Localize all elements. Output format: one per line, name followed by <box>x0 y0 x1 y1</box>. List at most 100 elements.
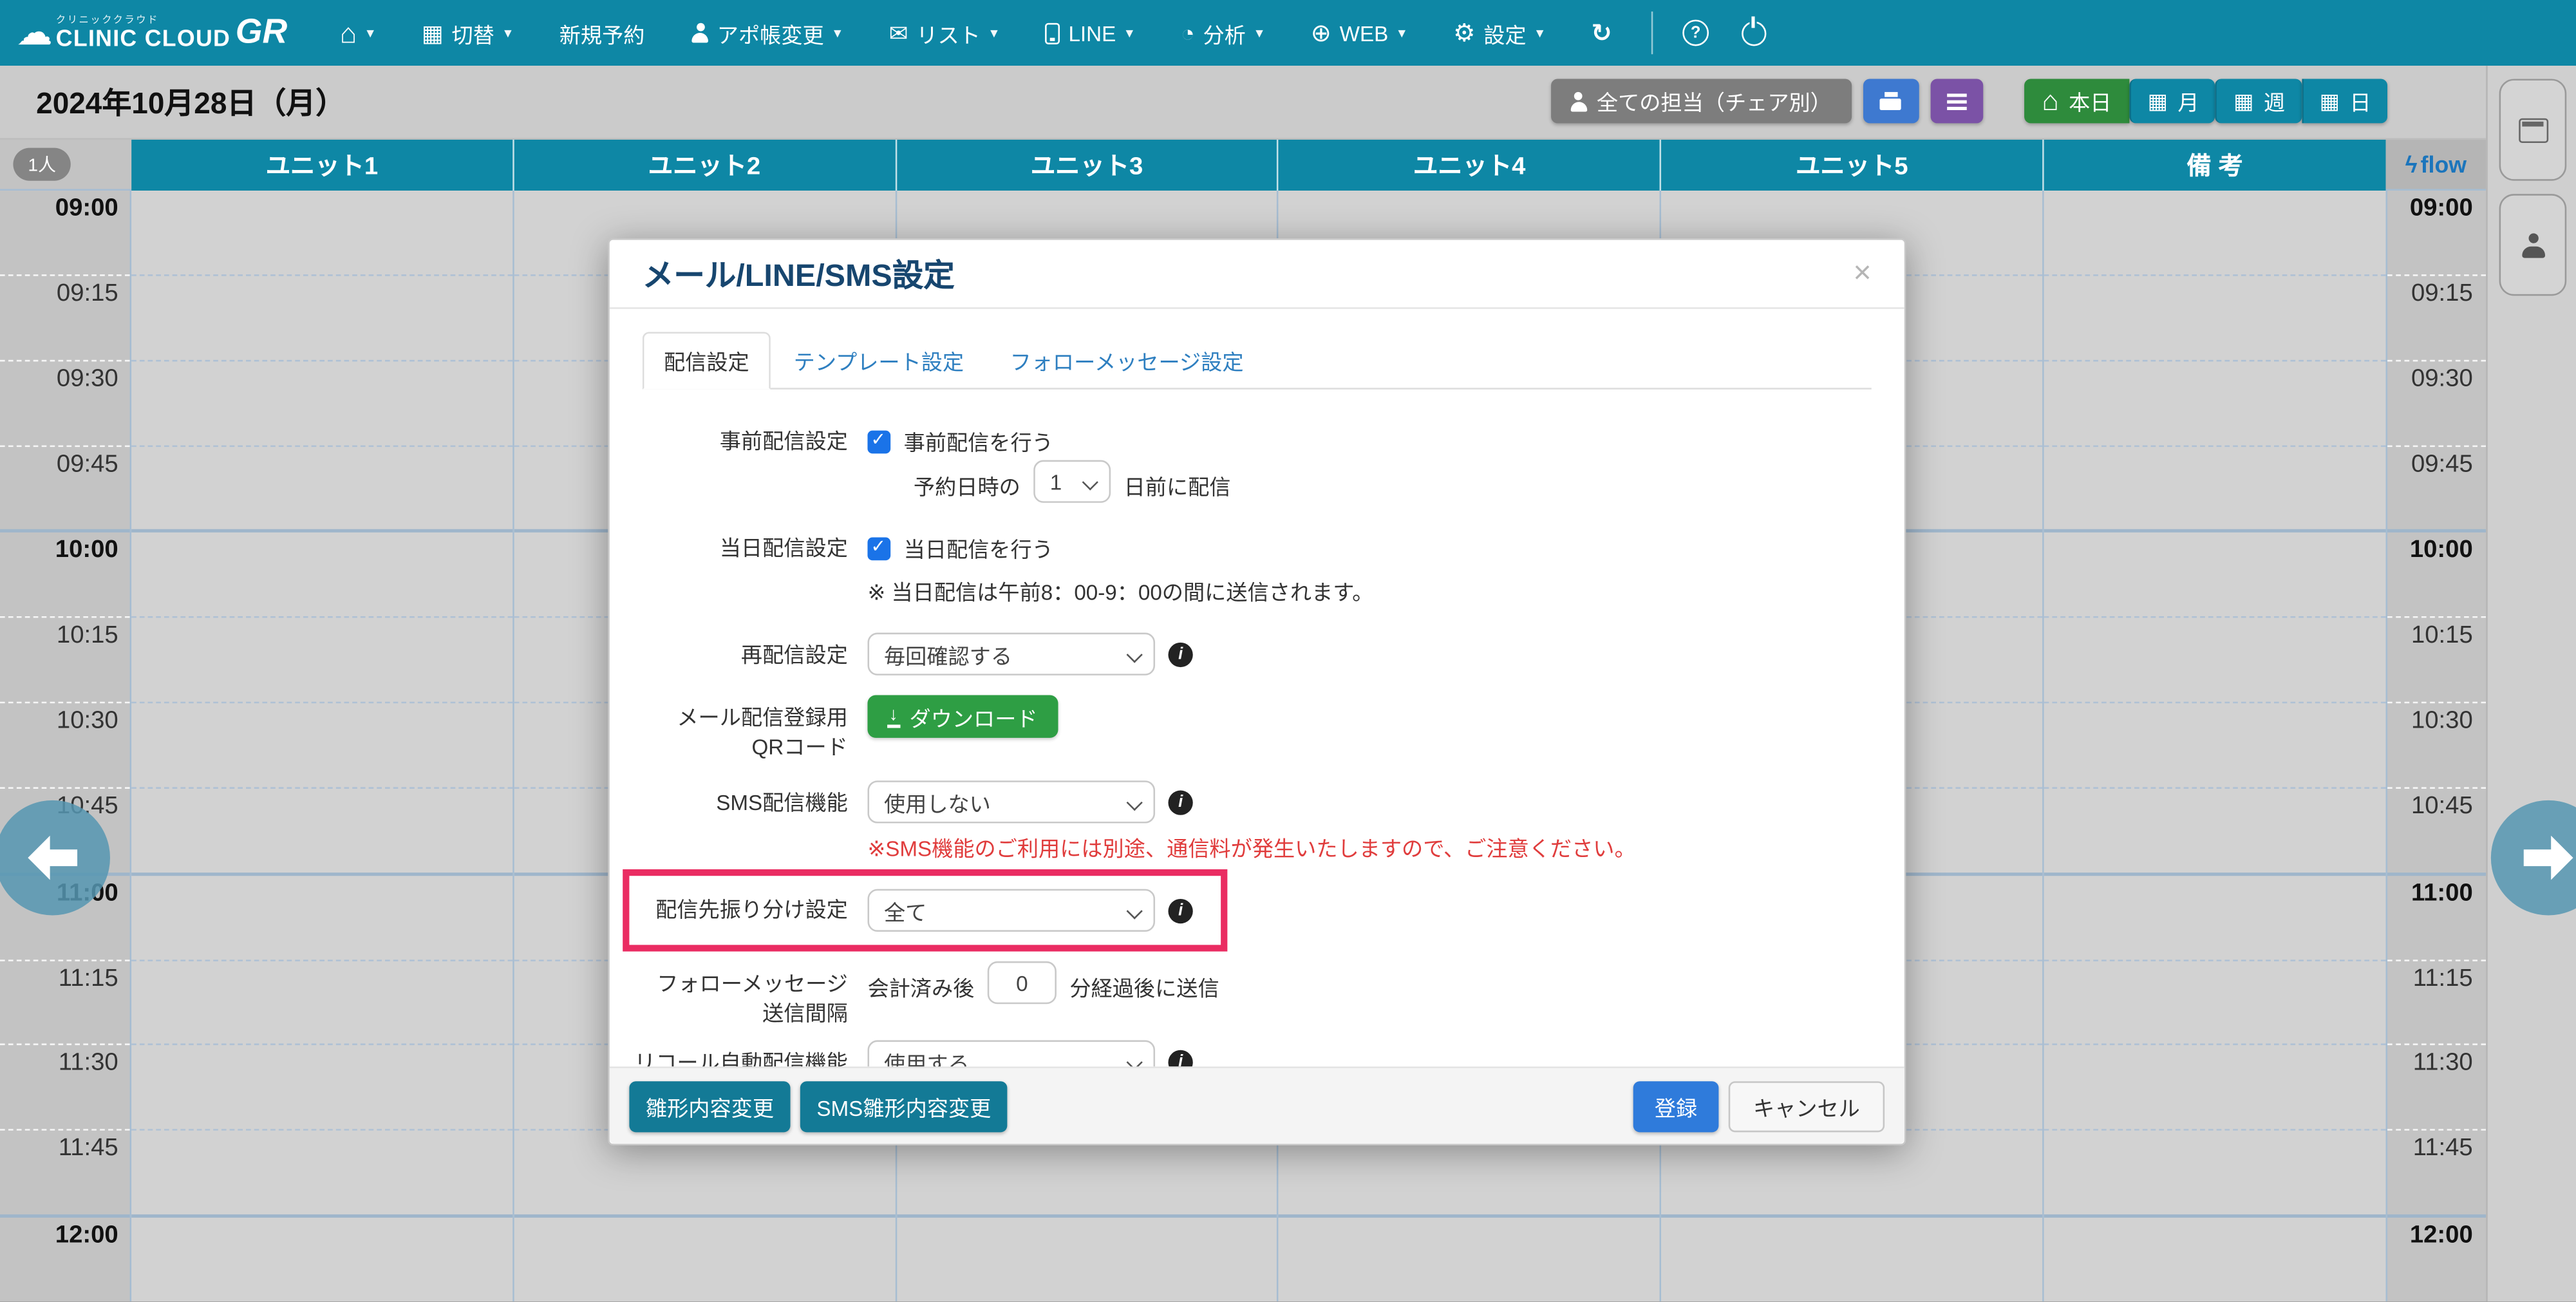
all-staff-chair-button[interactable]: 全ての担当（チェア別） <box>1550 79 1851 123</box>
time-slot: 10:30 <box>2387 702 2486 787</box>
submit-button[interactable]: 登録 <box>1633 1080 1719 1131</box>
info-icon[interactable] <box>1168 642 1192 666</box>
list-view-button[interactable] <box>1930 79 1983 123</box>
time-slot: 09:00 <box>0 191 130 274</box>
nav-item-settings[interactable]: 設定 <box>1453 17 1543 48</box>
grid-cell[interactable] <box>131 444 512 529</box>
gear-icon <box>1453 18 1475 48</box>
print-button[interactable] <box>1863 79 1919 123</box>
days-before-select[interactable]: 1 <box>1033 460 1111 503</box>
grid-cell[interactable] <box>131 191 512 274</box>
grid-column-memo <box>2044 191 2386 1301</box>
follow-minutes-input[interactable] <box>988 961 1057 1004</box>
home-icon <box>2042 90 2059 111</box>
grid-cell[interactable] <box>131 787 512 872</box>
grid-cell[interactable] <box>2044 1044 2386 1129</box>
grid-cell[interactable] <box>2044 1129 2386 1214</box>
app-logo[interactable]: ☁ クリニッククラウド CLINIC CLOUD GR <box>17 17 288 50</box>
grid-cell[interactable] <box>2044 274 2386 359</box>
column-header-unit4: ユニット4 <box>1279 140 1661 191</box>
tab-delivery-settings[interactable]: 配信設定 <box>643 332 771 390</box>
sms-template-content-change-button[interactable]: SMS雛形内容変更 <box>800 1080 1008 1131</box>
nav-item-analysis[interactable]: 分析 <box>1181 17 1263 48</box>
grid-cell[interactable] <box>131 872 512 959</box>
grid-cell[interactable] <box>2044 617 2386 702</box>
flow-header[interactable]: flow <box>2386 140 2487 191</box>
grid-cell[interactable] <box>131 959 512 1044</box>
time-label: 12:00 <box>2410 1221 2473 1249</box>
time-label: 11:00 <box>2411 879 2473 907</box>
column-header-unit2: ユニット2 <box>514 140 896 191</box>
time-slot: 11:30 <box>0 1044 130 1129</box>
mail-icon <box>889 19 908 46</box>
grid-cell[interactable] <box>131 702 512 787</box>
grid-cell[interactable] <box>131 1044 512 1129</box>
refresh-button[interactable] <box>1591 18 1612 48</box>
routing-select[interactable]: 全て <box>867 889 1155 932</box>
same-day-label: 当日配信設定 <box>634 526 848 563</box>
pie-chart-icon <box>1181 20 1195 46</box>
info-icon[interactable] <box>1168 789 1192 814</box>
info-icon[interactable] <box>1168 1050 1192 1066</box>
tab-follow-message-settings[interactable]: フォローメッセージ設定 <box>987 334 1266 388</box>
tab-template-settings[interactable]: テンプレート設定 <box>771 334 987 388</box>
pre-delivery-checkbox[interactable] <box>867 431 890 454</box>
sidebar-patient-button[interactable] <box>2499 194 2567 296</box>
column-header-memo: 備 考 <box>2044 140 2386 191</box>
grid-cell[interactable] <box>2044 359 2386 444</box>
today-button[interactable]: 本日 <box>2024 79 2129 123</box>
nav-item-switch[interactable]: 切替 <box>422 17 512 48</box>
sms-feature-select[interactable]: 使用しない <box>867 780 1155 823</box>
time-label: 10:15 <box>57 621 118 649</box>
info-icon[interactable] <box>1168 898 1192 923</box>
sidebar-calendar-button[interactable] <box>2499 79 2567 180</box>
recall-select[interactable]: 使用する <box>867 1041 1155 1066</box>
grid-cell[interactable] <box>2044 191 2386 274</box>
nav-item-web[interactable]: WEB <box>1311 18 1406 48</box>
redelivery-label: 再配信設定 <box>634 633 848 670</box>
close-icon[interactable]: × <box>1853 258 1871 289</box>
grid-cell[interactable] <box>2044 444 2386 529</box>
days-before-prefix: 予約日時の <box>914 462 1020 501</box>
grid-cell[interactable] <box>2044 959 2386 1044</box>
grid-cell[interactable] <box>131 617 512 702</box>
scroll-left-arrow-button[interactable] <box>0 800 110 916</box>
grid-cell[interactable] <box>2044 787 2386 872</box>
week-view-button[interactable]: 週 <box>2215 79 2302 123</box>
nav-item-list[interactable]: リスト <box>889 17 998 48</box>
time-column-left: 09:0009:1509:3009:4510:0010:1510:3010:45… <box>0 191 131 1301</box>
nav-item-home[interactable] <box>340 22 374 43</box>
grid-cell[interactable] <box>2044 1214 2386 1301</box>
nav-item-line[interactable]: LINE <box>1046 21 1133 45</box>
dialog-title: メール/LINE/SMS設定 <box>643 251 955 296</box>
time-slot: 10:00 <box>2387 530 2486 617</box>
qr-download-button[interactable]: ダウンロード <box>867 695 1057 737</box>
grid-cell[interactable] <box>131 359 512 444</box>
cancel-button[interactable]: キャンセル <box>1729 1080 1885 1131</box>
power-icon[interactable] <box>1742 21 1766 45</box>
follow-interval-label: フォローメッセージ 送信間隔 <box>634 961 848 1027</box>
grid-cell[interactable] <box>131 274 512 359</box>
time-slot: 11:45 <box>0 1129 130 1214</box>
grid-cell[interactable] <box>1662 1214 2043 1301</box>
grid-cell[interactable] <box>131 1129 512 1214</box>
template-content-change-button[interactable]: 雛形内容変更 <box>629 1080 790 1131</box>
help-icon[interactable] <box>1682 20 1709 46</box>
column-header-unit3: ユニット3 <box>896 140 1279 191</box>
same-day-checkbox[interactable] <box>867 538 890 561</box>
time-label: 10:45 <box>2411 792 2473 820</box>
nav-item-new-appointment[interactable]: 新規予約 <box>559 17 645 48</box>
day-view-button[interactable]: 日 <box>2302 79 2388 123</box>
grid-cell[interactable] <box>514 1214 895 1301</box>
grid-cell[interactable] <box>131 1214 512 1301</box>
current-date-title: 2024年10月28日（月） <box>36 80 345 123</box>
redelivery-select[interactable]: 毎回確認する <box>867 633 1155 675</box>
grid-cell[interactable] <box>131 530 512 617</box>
grid-cell[interactable] <box>896 1214 1277 1301</box>
nav-item-appointment-book-change[interactable]: アポ帳変更 <box>693 17 841 48</box>
month-view-button[interactable]: 月 <box>2130 79 2216 123</box>
grid-cell[interactable] <box>1279 1214 1660 1301</box>
grid-cell[interactable] <box>2044 530 2386 617</box>
grid-cell[interactable] <box>2044 872 2386 959</box>
grid-cell[interactable] <box>2044 702 2386 787</box>
